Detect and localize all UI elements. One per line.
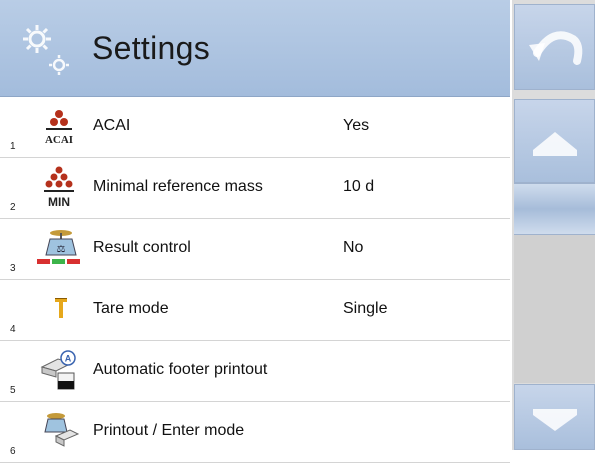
printer-footer-icon: A bbox=[40, 350, 76, 390]
min-mass-icon: MIN bbox=[44, 166, 74, 209]
row-number: 1 bbox=[10, 141, 16, 152]
setting-row-minimal-reference-mass[interactable]: 2 MIN Minimal reference mass 10 d bbox=[0, 158, 510, 219]
arrow-down-icon bbox=[533, 409, 577, 431]
svg-text:⚖: ⚖ bbox=[57, 244, 66, 255]
scrollbar-thumb[interactable] bbox=[514, 183, 595, 235]
svg-text:ACAI: ACAI bbox=[45, 134, 73, 146]
row-number: 2 bbox=[10, 202, 16, 213]
arrow-up-icon bbox=[533, 132, 577, 156]
setting-value: No bbox=[343, 239, 364, 256]
row-number: 3 bbox=[10, 263, 16, 274]
row-number: 4 bbox=[10, 324, 16, 335]
setting-row-acai[interactable]: 1 ACAI ACAI Yes bbox=[0, 97, 510, 158]
page-title: Settings bbox=[92, 30, 211, 66]
gears-icon bbox=[23, 25, 51, 53]
setting-label: ACAI bbox=[93, 117, 131, 134]
settings-list: 1 ACAI ACAI Yes 2 MIN Minimal reference … bbox=[0, 97, 510, 463]
small-gear-icon bbox=[49, 55, 69, 75]
setting-label: Minimal reference mass bbox=[93, 178, 263, 195]
svg-text:MIN: MIN bbox=[48, 195, 70, 209]
setting-label: Tare mode bbox=[93, 300, 169, 317]
back-arrow-icon bbox=[529, 31, 583, 65]
setting-value: Yes bbox=[343, 117, 370, 134]
setting-row-printout-enter-mode[interactable]: 6 Printout / Enter mode bbox=[0, 402, 510, 463]
header-bar: Settings bbox=[0, 0, 510, 97]
setting-label: Automatic footer printout bbox=[93, 361, 268, 378]
setting-row-tare-mode[interactable]: 4 Tare mode Single bbox=[0, 280, 510, 341]
scroll-down-button[interactable] bbox=[514, 384, 595, 450]
print-scale-icon bbox=[44, 413, 80, 447]
right-sidebar bbox=[512, 0, 595, 450]
setting-row-result-control[interactable]: 3 ⚖ Result control No bbox=[0, 219, 510, 280]
setting-label: Printout / Enter mode bbox=[93, 422, 245, 439]
tare-icon bbox=[55, 298, 67, 318]
row-number: 6 bbox=[10, 446, 16, 457]
setting-value: Single bbox=[343, 300, 388, 317]
result-control-icon: ⚖ bbox=[37, 230, 80, 264]
setting-row-automatic-footer-printout[interactable]: 5 A Automatic footer printout bbox=[0, 341, 510, 402]
acai-icon: ACAI bbox=[45, 110, 73, 146]
back-button[interactable] bbox=[514, 4, 595, 90]
setting-label: Result control bbox=[93, 239, 191, 256]
svg-text:A: A bbox=[65, 354, 72, 364]
scroll-up-button[interactable] bbox=[514, 99, 595, 183]
setting-value: 10 d bbox=[343, 178, 375, 195]
row-number: 5 bbox=[10, 385, 16, 396]
